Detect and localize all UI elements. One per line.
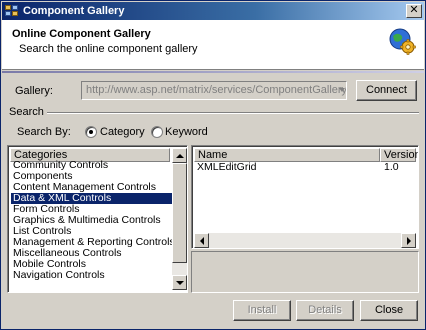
scroll-left-button[interactable] [194,233,209,248]
scroll-right-button[interactable] [401,233,416,248]
close-icon[interactable]: ✕ [406,4,422,18]
wizard-header: Online Component Gallery Search the onli… [2,20,424,70]
scroll-up-button[interactable] [172,148,187,163]
list-item[interactable]: Navigation Controls [11,270,175,281]
page-title: Online Component Gallery [12,28,151,40]
category-radio[interactable] [85,126,97,138]
column-header-version[interactable]: Version [380,148,418,162]
header-divider [2,71,424,73]
install-button[interactable]: Install [233,300,291,321]
gallery-url-combo[interactable]: http://www.asp.net/matrix/services/Compo… [81,81,347,100]
gallery-url-value: http://www.asp.net/matrix/services/Compo… [86,84,347,96]
details-button[interactable]: Details [296,300,354,321]
globe-gear-icon [389,28,416,55]
result-version-cell[interactable]: 1.0 [384,161,399,173]
connect-button[interactable]: Connect [356,80,417,101]
close-button[interactable]: Close [360,300,418,321]
keyword-radio-label[interactable]: Keyword [165,126,208,138]
gallery-label: Gallery: [15,85,53,97]
categories-list[interactable]: Categories Community Controls Components… [7,145,188,293]
search-by-label: Search By: [17,126,71,138]
results-hscrollbar[interactable] [194,233,416,248]
component-gallery-window: Component Gallery ✕ Online Component Gal… [0,0,426,330]
result-name-cell[interactable]: XMLEditGrid [197,161,257,173]
column-header-name[interactable]: Name [194,148,380,162]
window-title: Component Gallery [23,5,125,17]
search-section-label: Search [9,106,44,118]
category-radio-label[interactable]: Category [100,126,145,138]
search-divider [47,112,419,114]
title-bar[interactable]: Component Gallery ✕ [2,2,424,20]
categories-scrollbar[interactable] [172,148,187,290]
chevron-down-icon[interactable] [339,88,345,92]
scroll-thumb[interactable] [172,163,187,263]
keyword-radio[interactable] [151,126,163,138]
results-table[interactable]: Name Version XMLEditGrid 1.0 [191,145,419,249]
app-icon [5,5,19,17]
scroll-down-button[interactable] [172,275,187,290]
details-pane [191,251,419,293]
page-subtitle: Search the online component gallery [19,43,198,55]
